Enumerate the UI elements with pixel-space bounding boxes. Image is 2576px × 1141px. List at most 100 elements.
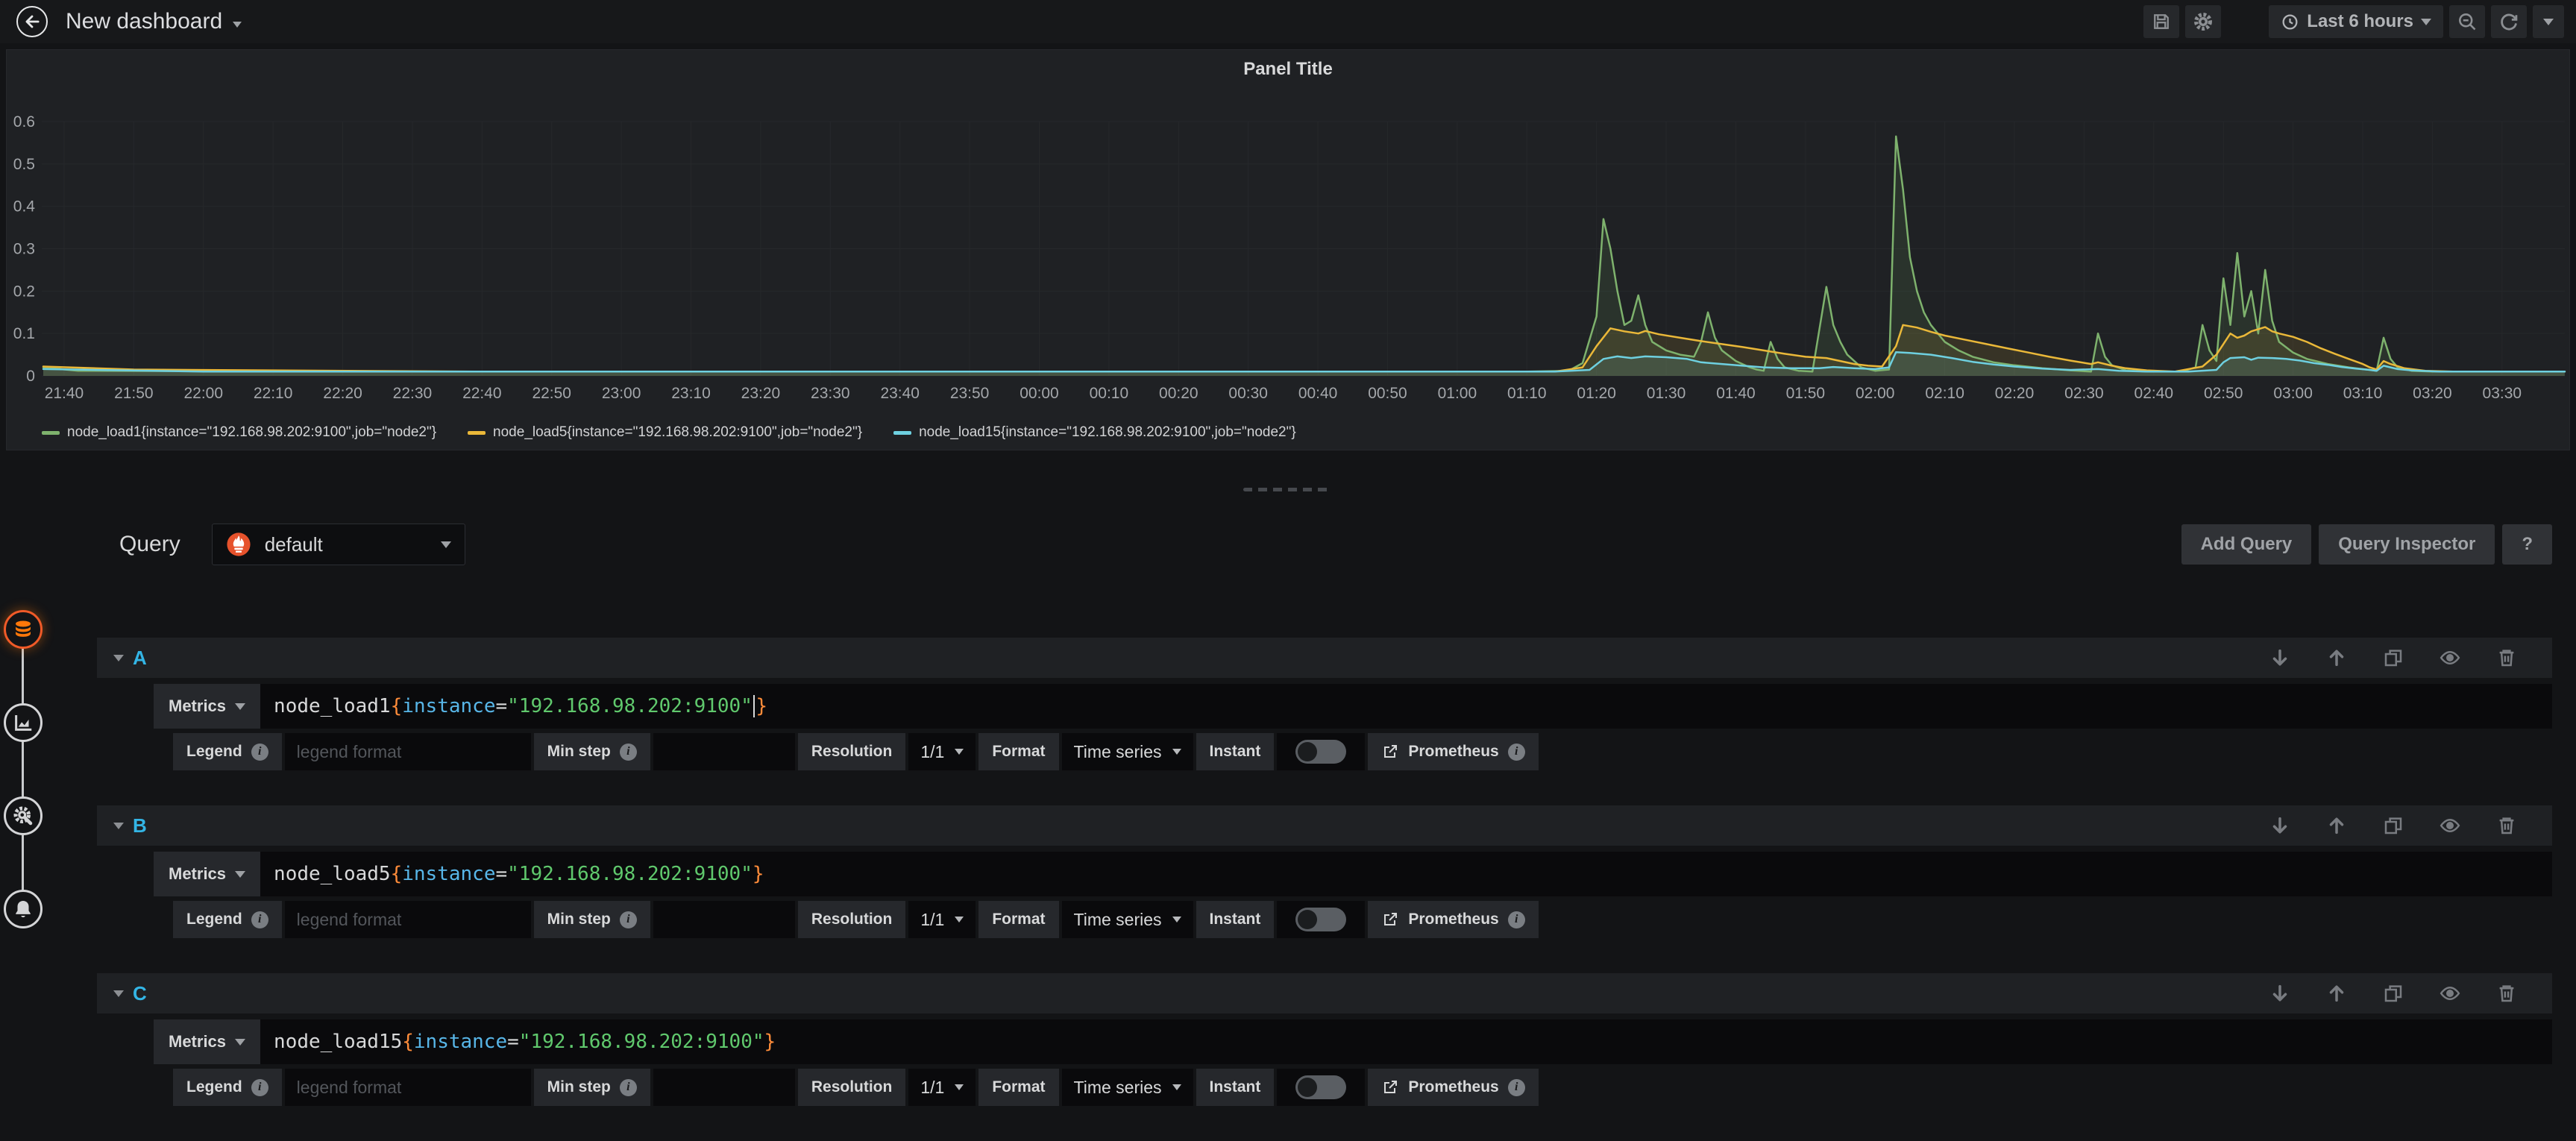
info-icon[interactable]: i <box>251 744 268 761</box>
info-icon[interactable]: i <box>1508 744 1525 761</box>
move-query-down-icon[interactable] <box>2269 814 2291 837</box>
move-query-down-icon[interactable] <box>2269 647 2291 669</box>
info-icon[interactable]: i <box>251 1079 268 1096</box>
info-icon[interactable]: i <box>620 1079 637 1096</box>
disable-query-eye-icon[interactable] <box>2439 647 2461 669</box>
info-icon[interactable]: i <box>251 911 268 928</box>
legend-format-input[interactable] <box>285 1069 531 1106</box>
move-query-up-icon[interactable] <box>2325 982 2348 1005</box>
datasource-link-chip[interactable]: Prometheus i <box>1368 901 1538 938</box>
legend-format-input[interactable] <box>285 901 531 938</box>
query-header-a[interactable]: A <box>97 638 2552 678</box>
metrics-dropdown[interactable]: Metrics <box>154 684 260 729</box>
query-options-row: Legendi Min stepi Resolution 1/1 Format … <box>173 901 2552 938</box>
format-value: Time series <box>1074 742 1162 762</box>
legend-item[interactable]: node_load1{instance="192.168.98.202:9100… <box>42 424 436 441</box>
duplicate-query-icon[interactable] <box>2382 814 2404 837</box>
collapse-icon[interactable] <box>113 655 124 661</box>
svg-text:0.4: 0.4 <box>13 198 35 216</box>
info-icon[interactable]: i <box>620 744 637 761</box>
refresh-interval-dropdown[interactable] <box>2533 5 2564 38</box>
format-dropdown[interactable]: Time series <box>1062 901 1193 938</box>
legend-label: Legend <box>186 743 242 761</box>
datasource-picker[interactable]: default <box>212 524 465 565</box>
min-step-input[interactable] <box>653 1069 795 1106</box>
chevron-down-icon <box>1172 1084 1181 1090</box>
metrics-dropdown[interactable]: Metrics <box>154 1019 260 1064</box>
time-range-picker[interactable]: Last 6 hours <box>2269 5 2443 38</box>
info-icon[interactable]: i <box>1508 911 1525 928</box>
datasource-link-chip[interactable]: Prometheus i <box>1368 1069 1538 1106</box>
query-header-c[interactable]: C <box>97 973 2552 1013</box>
format-dropdown[interactable]: Time series <box>1062 733 1193 770</box>
tab-queries[interactable] <box>4 610 43 649</box>
resolution-dropdown[interactable]: 1/1 <box>908 901 976 938</box>
min-step-input[interactable] <box>653 733 795 770</box>
dashboard-settings-button[interactable] <box>2185 5 2221 38</box>
disable-query-eye-icon[interactable] <box>2439 814 2461 837</box>
tab-general[interactable] <box>4 796 43 835</box>
back-button[interactable] <box>16 6 48 37</box>
promql-editor[interactable]: node_load15{instance="192.168.98.202:910… <box>260 1019 2552 1064</box>
svg-text:01:40: 01:40 <box>1716 385 1756 402</box>
zoom-out-icon <box>2457 11 2478 32</box>
collapse-icon[interactable] <box>113 990 124 997</box>
svg-text:23:30: 23:30 <box>811 385 850 402</box>
promql-editor[interactable]: node_load5{instance="192.168.98.202:9100… <box>260 852 2552 896</box>
zoom-out-button[interactable] <box>2449 5 2485 38</box>
resolution-dropdown[interactable]: 1/1 <box>908 733 976 770</box>
disable-query-eye-icon[interactable] <box>2439 982 2461 1005</box>
promql-editor[interactable]: node_load1{instance="192.168.98.202:9100… <box>260 684 2552 729</box>
format-value: Time series <box>1074 1078 1162 1098</box>
query-header-b[interactable]: B <box>97 805 2552 846</box>
legend-item[interactable]: node_load5{instance="192.168.98.202:9100… <box>468 424 862 441</box>
query-letter: A <box>133 647 147 670</box>
info-icon[interactable]: i <box>1508 1079 1525 1096</box>
panel-resize-handle[interactable] <box>1243 488 1333 491</box>
svg-text:0.2: 0.2 <box>13 283 35 300</box>
delete-query-trash-icon[interactable] <box>2495 647 2518 669</box>
add-query-button[interactable]: Add Query <box>2181 524 2312 565</box>
datasource-link-chip[interactable]: Prometheus i <box>1368 733 1538 770</box>
timeseries-chart[interactable]: 00.10.20.30.40.50.621:4021:5022:0022:102… <box>7 50 2569 409</box>
metrics-dropdown[interactable]: Metrics <box>154 852 260 896</box>
svg-text:22:10: 22:10 <box>254 385 293 402</box>
min-step-input[interactable] <box>653 901 795 938</box>
chevron-down-icon <box>955 917 964 922</box>
instant-toggle[interactable] <box>1277 733 1365 770</box>
external-link-icon <box>1381 743 1399 761</box>
move-query-up-icon[interactable] <box>2325 647 2348 669</box>
query-inspector-button[interactable]: Query Inspector <box>2319 524 2495 565</box>
chevron-down-icon <box>955 1084 964 1090</box>
save-dashboard-button[interactable] <box>2143 5 2179 38</box>
instant-toggle[interactable] <box>1277 901 1365 938</box>
refresh-button[interactable] <box>2491 5 2527 38</box>
chevron-down-icon[interactable] <box>233 22 242 28</box>
resolution-dropdown[interactable]: 1/1 <box>908 1069 976 1106</box>
svg-text:01:20: 01:20 <box>1577 385 1616 402</box>
metrics-label: Metrics <box>169 864 226 884</box>
move-query-down-icon[interactable] <box>2269 982 2291 1005</box>
collapse-icon[interactable] <box>113 823 124 829</box>
delete-query-trash-icon[interactable] <box>2495 814 2518 837</box>
move-query-up-icon[interactable] <box>2325 814 2348 837</box>
duplicate-query-icon[interactable] <box>2382 982 2404 1005</box>
duplicate-query-icon[interactable] <box>2382 647 2404 669</box>
legend-series-marker <box>468 431 486 435</box>
info-icon[interactable]: i <box>620 911 637 928</box>
instant-label-chip: Instant <box>1196 901 1275 938</box>
legend-format-input[interactable] <box>285 733 531 770</box>
delete-query-trash-icon[interactable] <box>2495 982 2518 1005</box>
tab-visualization[interactable] <box>4 703 43 742</box>
chevron-down-icon <box>235 871 245 878</box>
tab-alert[interactable] <box>4 890 43 928</box>
resolution-label: Resolution <box>811 911 893 928</box>
help-button[interactable]: ? <box>2502 524 2552 565</box>
format-dropdown[interactable]: Time series <box>1062 1069 1193 1106</box>
instant-toggle[interactable] <box>1277 1069 1365 1106</box>
legend-item[interactable]: node_load15{instance="192.168.98.202:910… <box>893 424 1296 441</box>
resolution-value: 1/1 <box>920 1078 944 1098</box>
instant-label-chip: Instant <box>1196 1069 1275 1106</box>
top-navbar: New dashboard Last 6 hours <box>0 0 2576 43</box>
dashboard-title[interactable]: New dashboard <box>66 9 222 34</box>
